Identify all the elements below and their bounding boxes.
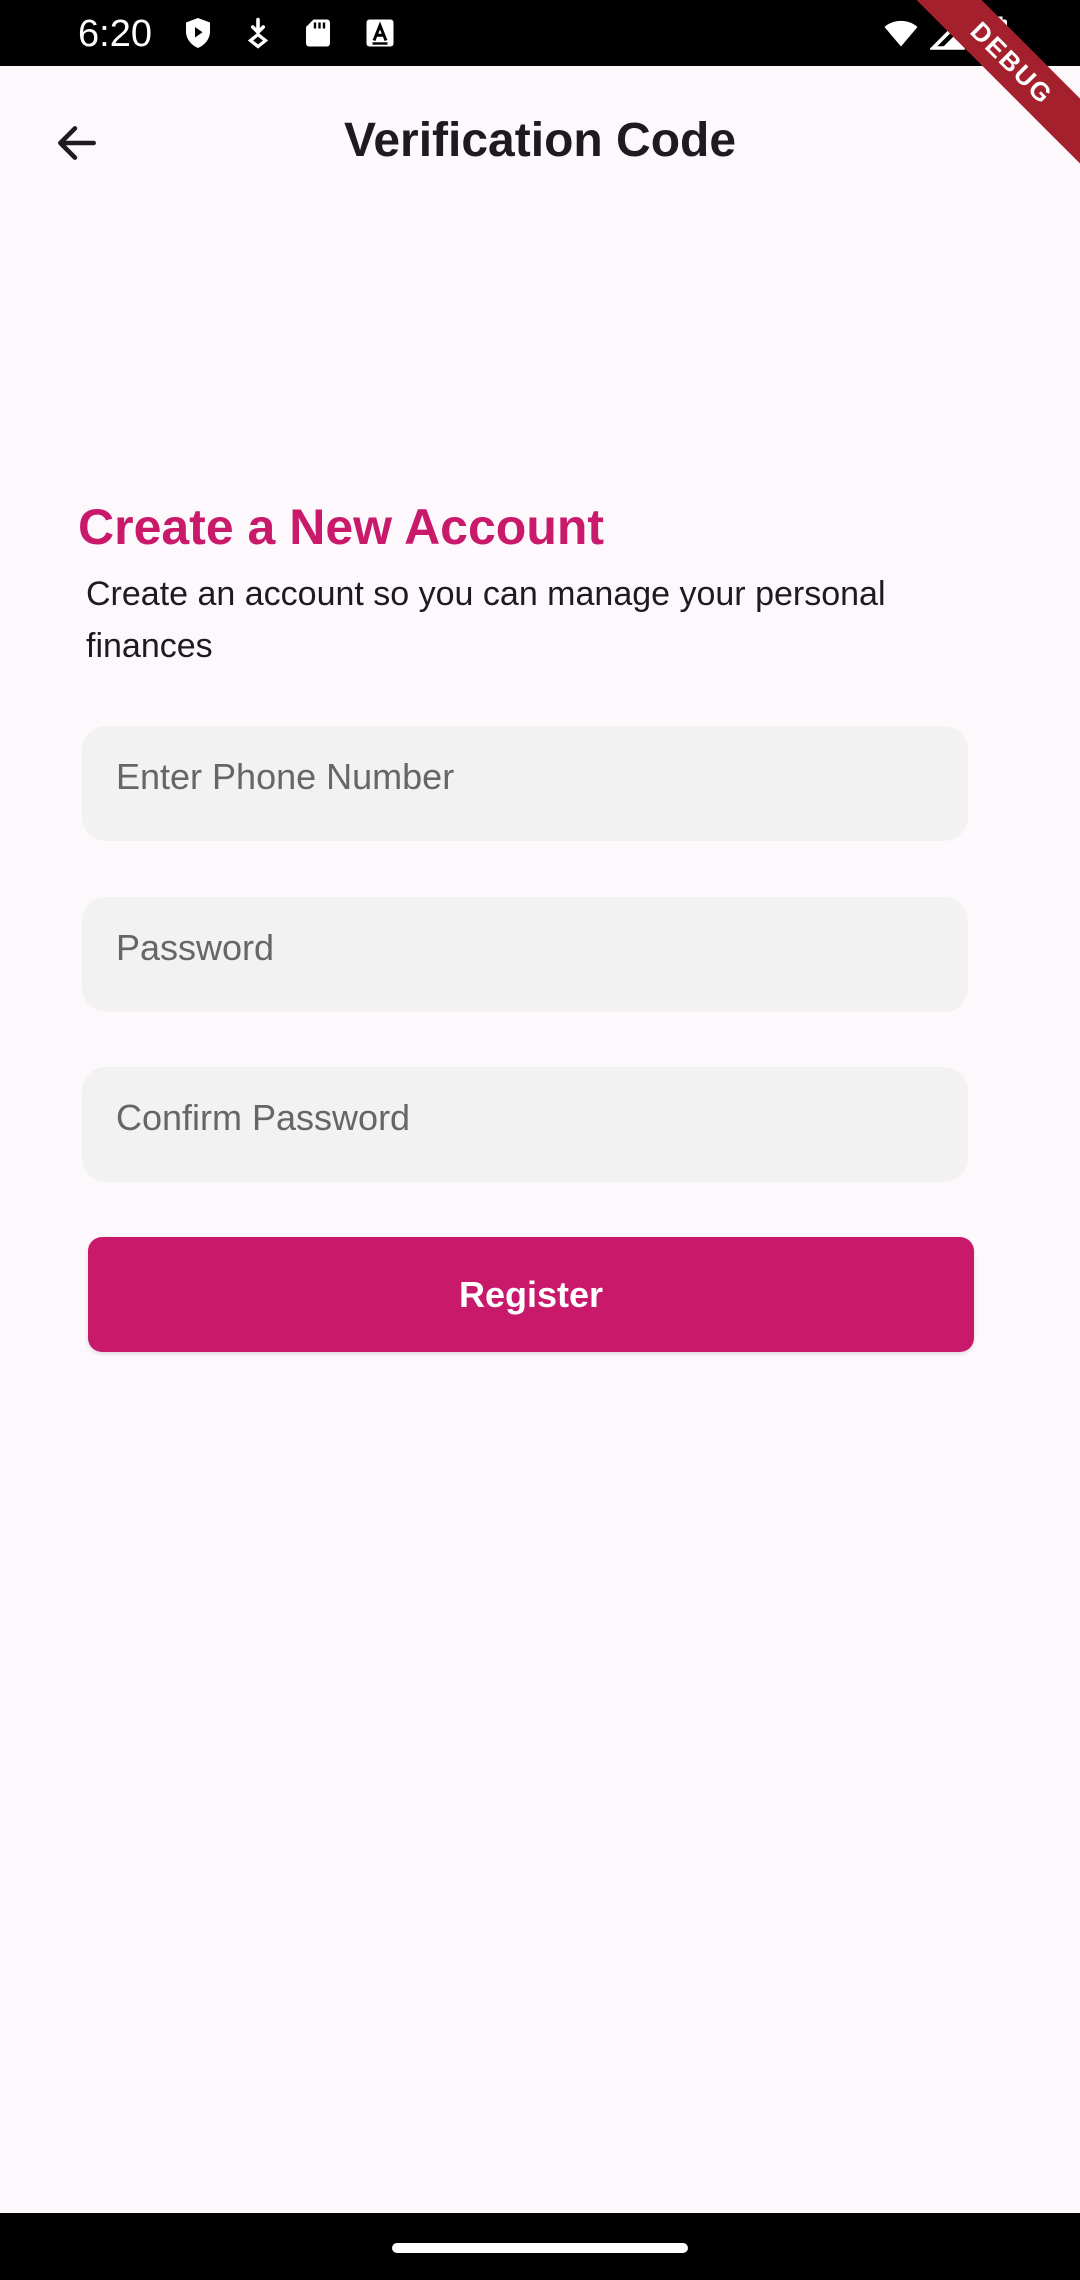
- form-heading: Create a New Account: [78, 499, 605, 555]
- home-indicator[interactable]: [392, 2243, 688, 2253]
- screen: 6:20 DEBUG Verification Code Create a Ne…: [0, 0, 1080, 2280]
- phone-input[interactable]: [82, 726, 968, 841]
- wifi-icon: [880, 15, 922, 51]
- form-subtitle: Create an account so you can manage your…: [86, 575, 886, 665]
- shield-play-icon: [180, 15, 216, 51]
- app-bar: Verification Code: [0, 66, 1080, 220]
- keyboard-a-icon: [362, 15, 398, 51]
- status-bar: 6:20: [0, 0, 1080, 66]
- download-location-icon: [240, 15, 276, 51]
- confirm-password-field[interactable]: [82, 1067, 968, 1182]
- navigation-bar: [0, 2213, 1080, 2280]
- sd-card-icon: [300, 15, 336, 51]
- phone-field[interactable]: [82, 726, 968, 841]
- password-input[interactable]: [82, 897, 968, 1012]
- register-button[interactable]: Register: [88, 1237, 974, 1352]
- page-title: Verification Code: [343, 114, 737, 167]
- confirm-password-input[interactable]: [82, 1067, 968, 1182]
- password-field[interactable]: [82, 897, 968, 1012]
- status-time: 6:20: [78, 13, 152, 55]
